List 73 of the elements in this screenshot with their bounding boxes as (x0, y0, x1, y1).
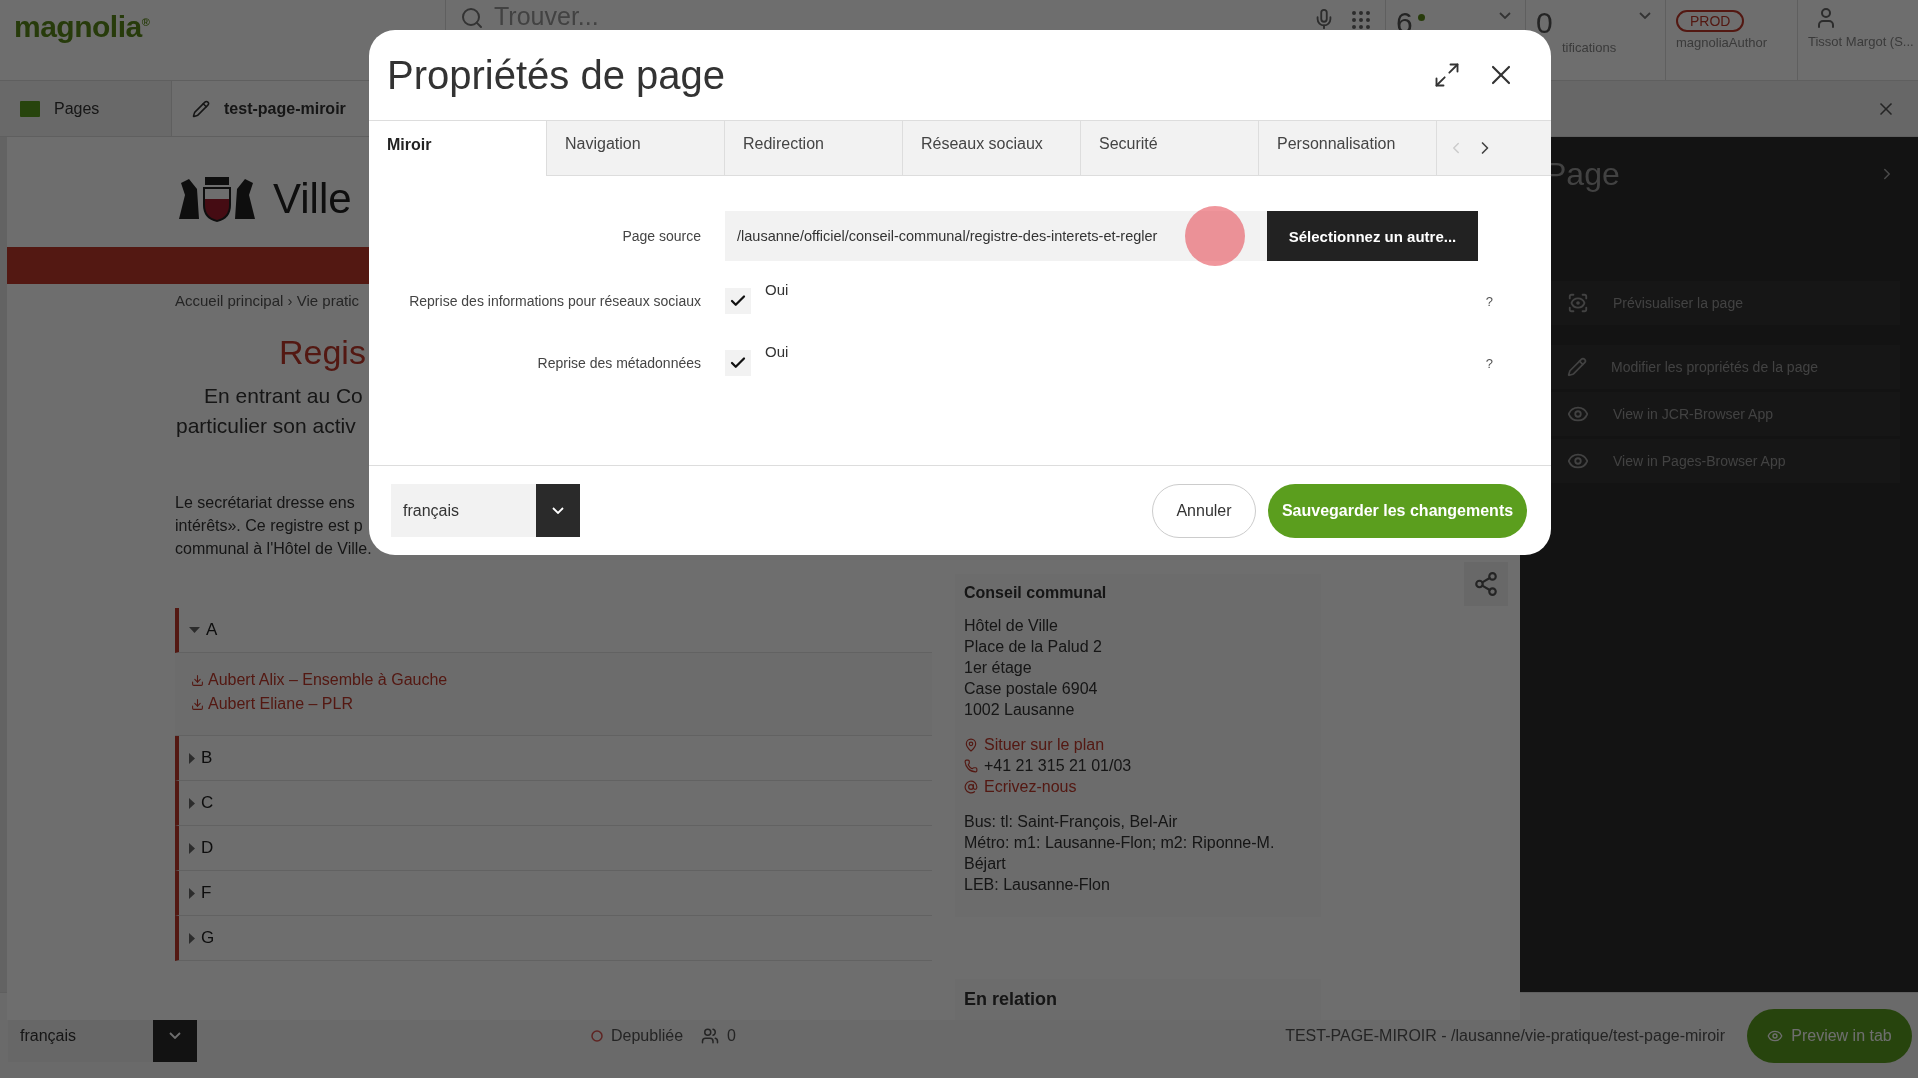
chevron-down-icon (552, 507, 564, 514)
help-mark[interactable]: ? (1485, 355, 1493, 371)
chevron-down-icon (169, 1032, 181, 1039)
download-link[interactable]: Aubert Alix – Ensemble à Gauche (191, 671, 448, 689)
checkbox-label: Oui (765, 280, 789, 298)
phone-icon (964, 758, 978, 773)
page-heading: Regis (279, 333, 366, 373)
transport-line: Bus: tl: Saint-François, Bel-Air (964, 812, 1178, 832)
expand-icon[interactable] (1433, 61, 1461, 89)
status-dot-icon (591, 1029, 603, 1042)
at-sign-icon (964, 779, 978, 794)
dialog-tab[interactable]: Miroir (369, 121, 547, 176)
chevron-down-icon (1499, 12, 1511, 19)
intro-text: particulier son activ (176, 413, 356, 439)
accordion-header[interactable]: F (175, 871, 932, 916)
preview-button[interactable]: Preview in tab (1747, 1008, 1912, 1063)
address-line: Case postale 6904 (964, 679, 1098, 699)
search-icon (460, 6, 484, 30)
pages-icon (20, 100, 40, 117)
transport-line: Béjart (964, 854, 1006, 874)
map-pin-icon (964, 737, 978, 752)
transport-line: Métro: m1: Lausanne-Flon; m2: Riponne-M. (964, 833, 1275, 853)
checkbox[interactable] (725, 350, 751, 376)
address-line: 1er étage (964, 658, 1032, 678)
users-icon (701, 1026, 720, 1045)
dialog-title: Propriétés de page (387, 52, 725, 98)
download-icon (191, 673, 204, 687)
field-label: Reprise des informations pour réseaux sociaux (408, 293, 702, 309)
environment-badge: PROD (1676, 10, 1745, 32)
paragraph-text: communal à l'Hôtel de Ville. (175, 539, 372, 559)
intro-text: En entrant au Co (204, 383, 363, 409)
accordion-header[interactable]: D (175, 826, 932, 871)
preview-icon (1567, 292, 1589, 314)
share-button[interactable] (1464, 562, 1508, 606)
paragraph-text: intérêts». Ce registre est p (175, 516, 363, 536)
field-label: Reprise des métadonnées (536, 355, 702, 371)
help-mark[interactable]: ? (1485, 293, 1493, 309)
apps-grid-icon[interactable] (1349, 8, 1373, 32)
checkbox-label: Oui (765, 342, 789, 360)
contact-link[interactable]: Situer sur le plan (984, 734, 1105, 755)
cancel-button[interactable]: Annuler (1152, 483, 1256, 538)
breadcrumb: Accueil principal › Vie pratic (175, 292, 359, 309)
contact-link[interactable]: Ecrivez-nous (984, 776, 1077, 797)
address-line: Hôtel de Ville (964, 616, 1058, 636)
pencil-icon (192, 99, 210, 118)
phone-number: +41 21 315 21 01/03 (984, 756, 1132, 776)
address-line: Place de la Palud 2 (964, 637, 1102, 657)
save-button[interactable]: Sauvegarder les changements (1268, 483, 1527, 538)
field-label: Page source (621, 228, 702, 244)
language-select[interactable]: français (391, 484, 580, 537)
click-marker (1185, 206, 1245, 266)
paragraph-text: Le secrétariat dresse ens (175, 493, 355, 513)
page-path: TEST-PAGE-MIROIR - /lausanne/vie-pratique/test-page-miroir (1285, 1026, 1725, 1045)
collaborator-count: 0 (727, 1026, 736, 1045)
app-tab[interactable]: test-page-miroir (172, 81, 372, 136)
chevron-down-icon (1639, 12, 1651, 19)
contact-title: Conseil communal (964, 583, 1107, 603)
download-link[interactable]: Aubert Eliane – PLR (191, 695, 353, 713)
accordion-header[interactable]: C (175, 781, 932, 826)
page-source-field[interactable]: /lausanne/officiel/conseil-communal/registre-des-interets-et-regler (725, 211, 1267, 261)
select-page-button[interactable]: Sélectionnez un autre... (1267, 211, 1478, 261)
checkbox[interactable] (725, 288, 751, 314)
accordion-header[interactable]: B (175, 736, 932, 781)
status-dot (1418, 14, 1425, 21)
pencil-icon (1567, 357, 1587, 377)
download-icon (191, 697, 204, 711)
publication-status: Depubliée (611, 1026, 684, 1045)
accordion-header[interactable]: G (175, 916, 932, 961)
transport-line: LEB: Lausanne-Flon (964, 875, 1110, 895)
site-name: Ville (273, 175, 352, 223)
accordion-header[interactable]: A (175, 608, 932, 653)
share-icon (1473, 571, 1499, 597)
address-line: 1002 Lausanne (964, 700, 1075, 720)
